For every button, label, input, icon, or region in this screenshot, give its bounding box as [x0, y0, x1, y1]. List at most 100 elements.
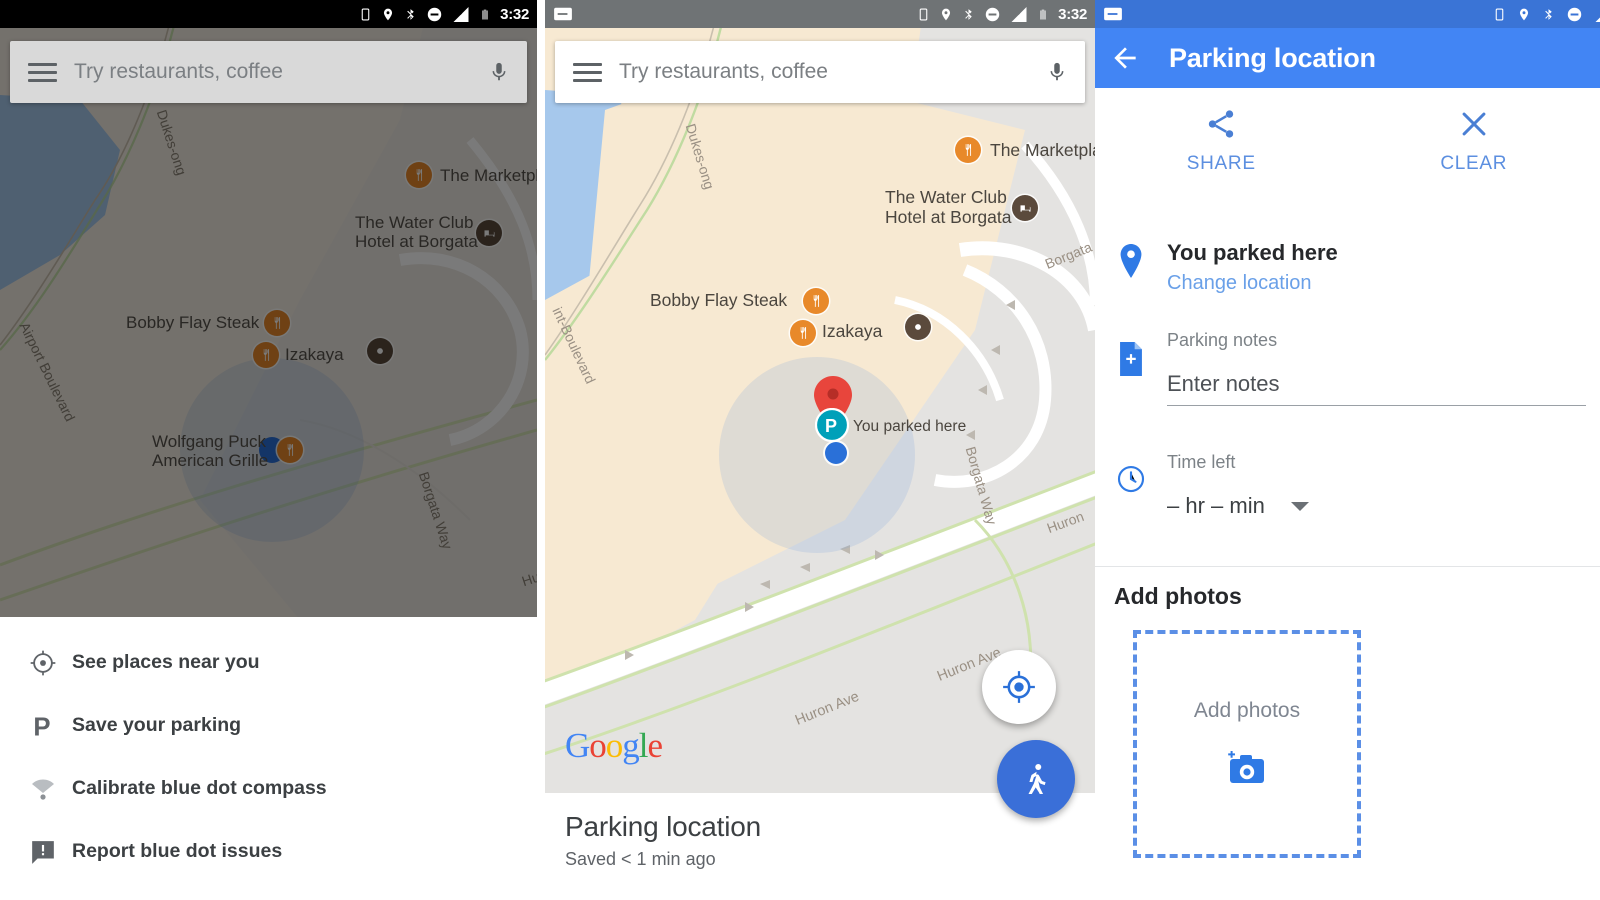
svg-text:P: P	[33, 713, 50, 740]
poi-marker-water-club-2[interactable]	[1012, 195, 1038, 221]
poi-marker-izakaya-2[interactable]	[790, 320, 816, 346]
menu-item-calibrate-compass[interactable]: Calibrate blue dot compass	[0, 757, 537, 820]
note-add-icon	[1095, 330, 1167, 406]
add-photo-camera-icon	[1228, 751, 1264, 783]
search-input-1[interactable]: Try restaurants, coffee	[74, 60, 471, 84]
status-bar-1: 3:32	[0, 0, 537, 28]
status-bar-notifications-2	[553, 6, 573, 22]
svg-text:P: P	[825, 416, 837, 436]
search-bar-2[interactable]: Try restaurants, coffee	[555, 41, 1085, 103]
parking-p-icon: P	[14, 711, 72, 740]
menu-item-label: Save your parking	[72, 714, 242, 736]
signal-icon	[1595, 17, 1600, 22]
bluetooth-icon	[965, 8, 972, 20]
change-location-link[interactable]: Change location	[1167, 272, 1586, 295]
parking-notes-caption: Parking notes	[1167, 330, 1278, 350]
panel-maps-menu: The Marketplace The Water Club Hotel at …	[0, 0, 537, 900]
back-arrow-icon[interactable]	[1109, 42, 1141, 74]
crosshair-icon	[14, 650, 72, 676]
compass-wave-icon	[14, 777, 72, 801]
time-left-value: – hr – min	[1167, 493, 1265, 518]
time-left-caption: Time left	[1167, 452, 1236, 472]
time-left-select[interactable]: – hr – min	[1167, 493, 1586, 519]
search-input-2[interactable]: Try restaurants, coffee	[619, 60, 1029, 84]
attraction-icon	[915, 324, 921, 330]
add-photos-section-title: Add photos	[1114, 583, 1242, 609]
clear-button-label: CLEAR	[1440, 153, 1508, 174]
bluetooth-icon	[407, 8, 414, 20]
restaurant-icon	[965, 144, 972, 156]
parking-notes-row[interactable]: Parking notes Enter notes	[1095, 330, 1600, 406]
walking-person-icon	[1028, 764, 1046, 794]
location-icon	[384, 8, 393, 20]
share-button-label: SHARE	[1186, 153, 1256, 174]
map-label-bobby-flay-steak-2: Bobby Flay Steak	[650, 290, 788, 310]
google-wordmark: Google	[565, 726, 663, 765]
screenshot-notification-icon	[554, 7, 572, 21]
menu-item-see-places-near-you[interactable]: See places near you	[0, 631, 537, 694]
vibrate-icon	[1495, 8, 1504, 20]
parking-notes-body: Parking notes Enter notes	[1167, 330, 1600, 406]
menu-item-report-blue-dot-issues[interactable]: Report blue dot issues	[0, 820, 537, 883]
status-bar-clock-1: 3:32	[500, 5, 529, 23]
menu-item-label: Report blue dot issues	[72, 840, 283, 862]
section-divider	[1095, 566, 1600, 567]
add-photos-dropzone[interactable]: Add photos	[1133, 630, 1361, 858]
chevron-down-icon[interactable]	[1290, 501, 1309, 511]
do-not-disturb-icon	[1567, 7, 1582, 21]
status-bar-3	[1095, 0, 1600, 28]
signal-icon	[1011, 6, 1027, 22]
hamburger-menu-icon[interactable]	[555, 62, 619, 82]
share-icon	[1209, 110, 1234, 138]
microphone-icon[interactable]	[471, 57, 527, 87]
time-left-body: Time left – hr – min	[1167, 452, 1600, 519]
vibrate-icon	[361, 8, 370, 20]
screenshot-stage: The Marketplace The Water Club Hotel at …	[0, 0, 1600, 900]
close-x-icon	[1462, 112, 1486, 136]
search-bar-1[interactable]: Try restaurants, coffee	[10, 41, 527, 103]
status-bar-system-icons-3	[1493, 5, 1600, 24]
status-bar-clock-2: 3:32	[1058, 5, 1087, 23]
parked-here-body: You parked here Change location	[1167, 240, 1600, 295]
time-left-row[interactable]: Time left – hr – min	[1095, 452, 1600, 519]
hamburger-menu-icon[interactable]	[10, 62, 74, 82]
screenshot-notification-icon	[1104, 7, 1122, 21]
travel-mode-fab[interactable]	[997, 740, 1075, 818]
signal-icon	[453, 6, 469, 22]
do-not-disturb-icon	[985, 7, 1000, 21]
microphone-icon[interactable]	[1029, 57, 1085, 87]
parking-card-title: Parking location	[565, 811, 762, 842]
do-not-disturb-icon	[427, 7, 442, 21]
poi-marker-bobby-flay-steak-2[interactable]	[803, 288, 829, 314]
map-callout-you-parked-here: You parked here	[853, 418, 967, 435]
map-pin-icon	[1095, 240, 1167, 295]
clock-icon	[1095, 452, 1167, 519]
share-button[interactable]: SHARE	[1095, 88, 1348, 194]
status-bar-system-icons-1: 3:32	[359, 5, 529, 24]
parked-here-title: You parked here	[1167, 240, 1338, 265]
page-title: Parking location	[1169, 42, 1376, 73]
location-icon	[1519, 8, 1529, 20]
battery-icon	[1040, 9, 1047, 19]
app-bar: Parking location	[1095, 28, 1600, 88]
menu-item-save-your-parking[interactable]: P Save your parking	[0, 694, 537, 757]
map-label-water-club-2: The Water Club Hotel at Borgata	[885, 187, 1012, 227]
parked-here-row[interactable]: You parked here Change location	[1095, 240, 1600, 295]
action-row: SHARE CLEAR	[1095, 88, 1600, 194]
parking-notes-input[interactable]: Enter notes	[1167, 371, 1586, 406]
my-location-fab[interactable]	[982, 650, 1056, 724]
panel-parking-saved-map: The Marketplace The Water Club Hotel at …	[545, 0, 1095, 900]
menu-item-label: See places near you	[72, 651, 260, 673]
hotel-icon	[1020, 204, 1031, 212]
clear-button[interactable]: CLEAR	[1348, 88, 1600, 194]
poi-marker-generic-2[interactable]	[905, 314, 931, 340]
poi-marker-the-marketplace-2[interactable]	[955, 137, 981, 163]
bluetooth-icon	[1545, 8, 1552, 20]
add-photos-dropzone-label: Add photos	[1193, 699, 1301, 722]
map-label-izakaya-2: Izakaya	[822, 321, 883, 341]
panel-parking-details: Parking location SHARE CLEAR You parked …	[1095, 0, 1600, 900]
vibrate-icon	[919, 8, 928, 20]
my-location-icon	[1003, 671, 1035, 703]
status-bar-notifications-3	[1103, 6, 1123, 22]
map-label-the-marketplace-2: The Marketplace	[990, 140, 1095, 160]
